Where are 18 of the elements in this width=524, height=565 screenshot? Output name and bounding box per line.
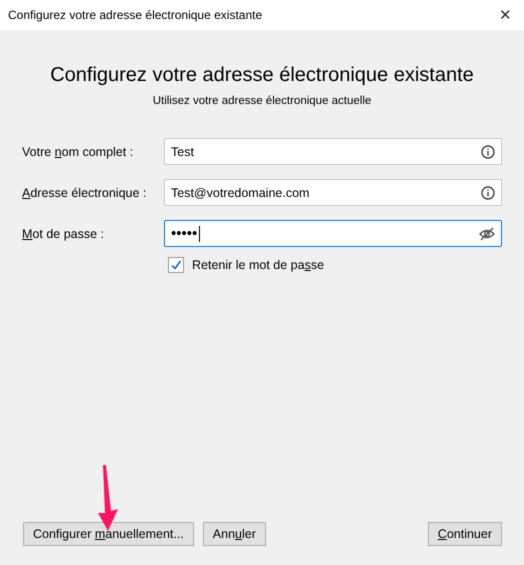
password-field[interactable]: ••••• (164, 220, 502, 247)
field-label: Adresse électronique : (22, 186, 148, 200)
field-label: Votre nom complet : (22, 144, 134, 158)
hidden-eye-icon[interactable] (479, 226, 495, 240)
window-title: Configurez votre adresse électronique existante (8, 8, 262, 22)
dialog-button[interactable]: Annuler (202, 522, 266, 546)
close-button[interactable]: ✕ (495, 6, 516, 24)
field-label: Mot de passe : (22, 226, 105, 240)
info-icon[interactable] (481, 144, 495, 158)
checkbox[interactable] (168, 257, 184, 273)
dialog-button[interactable]: Configurer manuellement... (23, 522, 194, 546)
checkbox-label: Retenir le mot de passe (192, 258, 324, 272)
text-field[interactable]: Test (164, 138, 502, 165)
text-field[interactable]: Test@votredomaine.com (164, 179, 502, 206)
dialog-button[interactable]: Continuer (428, 522, 502, 546)
dialog-heading: Configurez votre adresse électronique existante (49, 64, 475, 87)
info-icon[interactable] (481, 186, 495, 200)
dialog-subheading: Utilisez votre adresse électronique actuelle (152, 95, 372, 107)
